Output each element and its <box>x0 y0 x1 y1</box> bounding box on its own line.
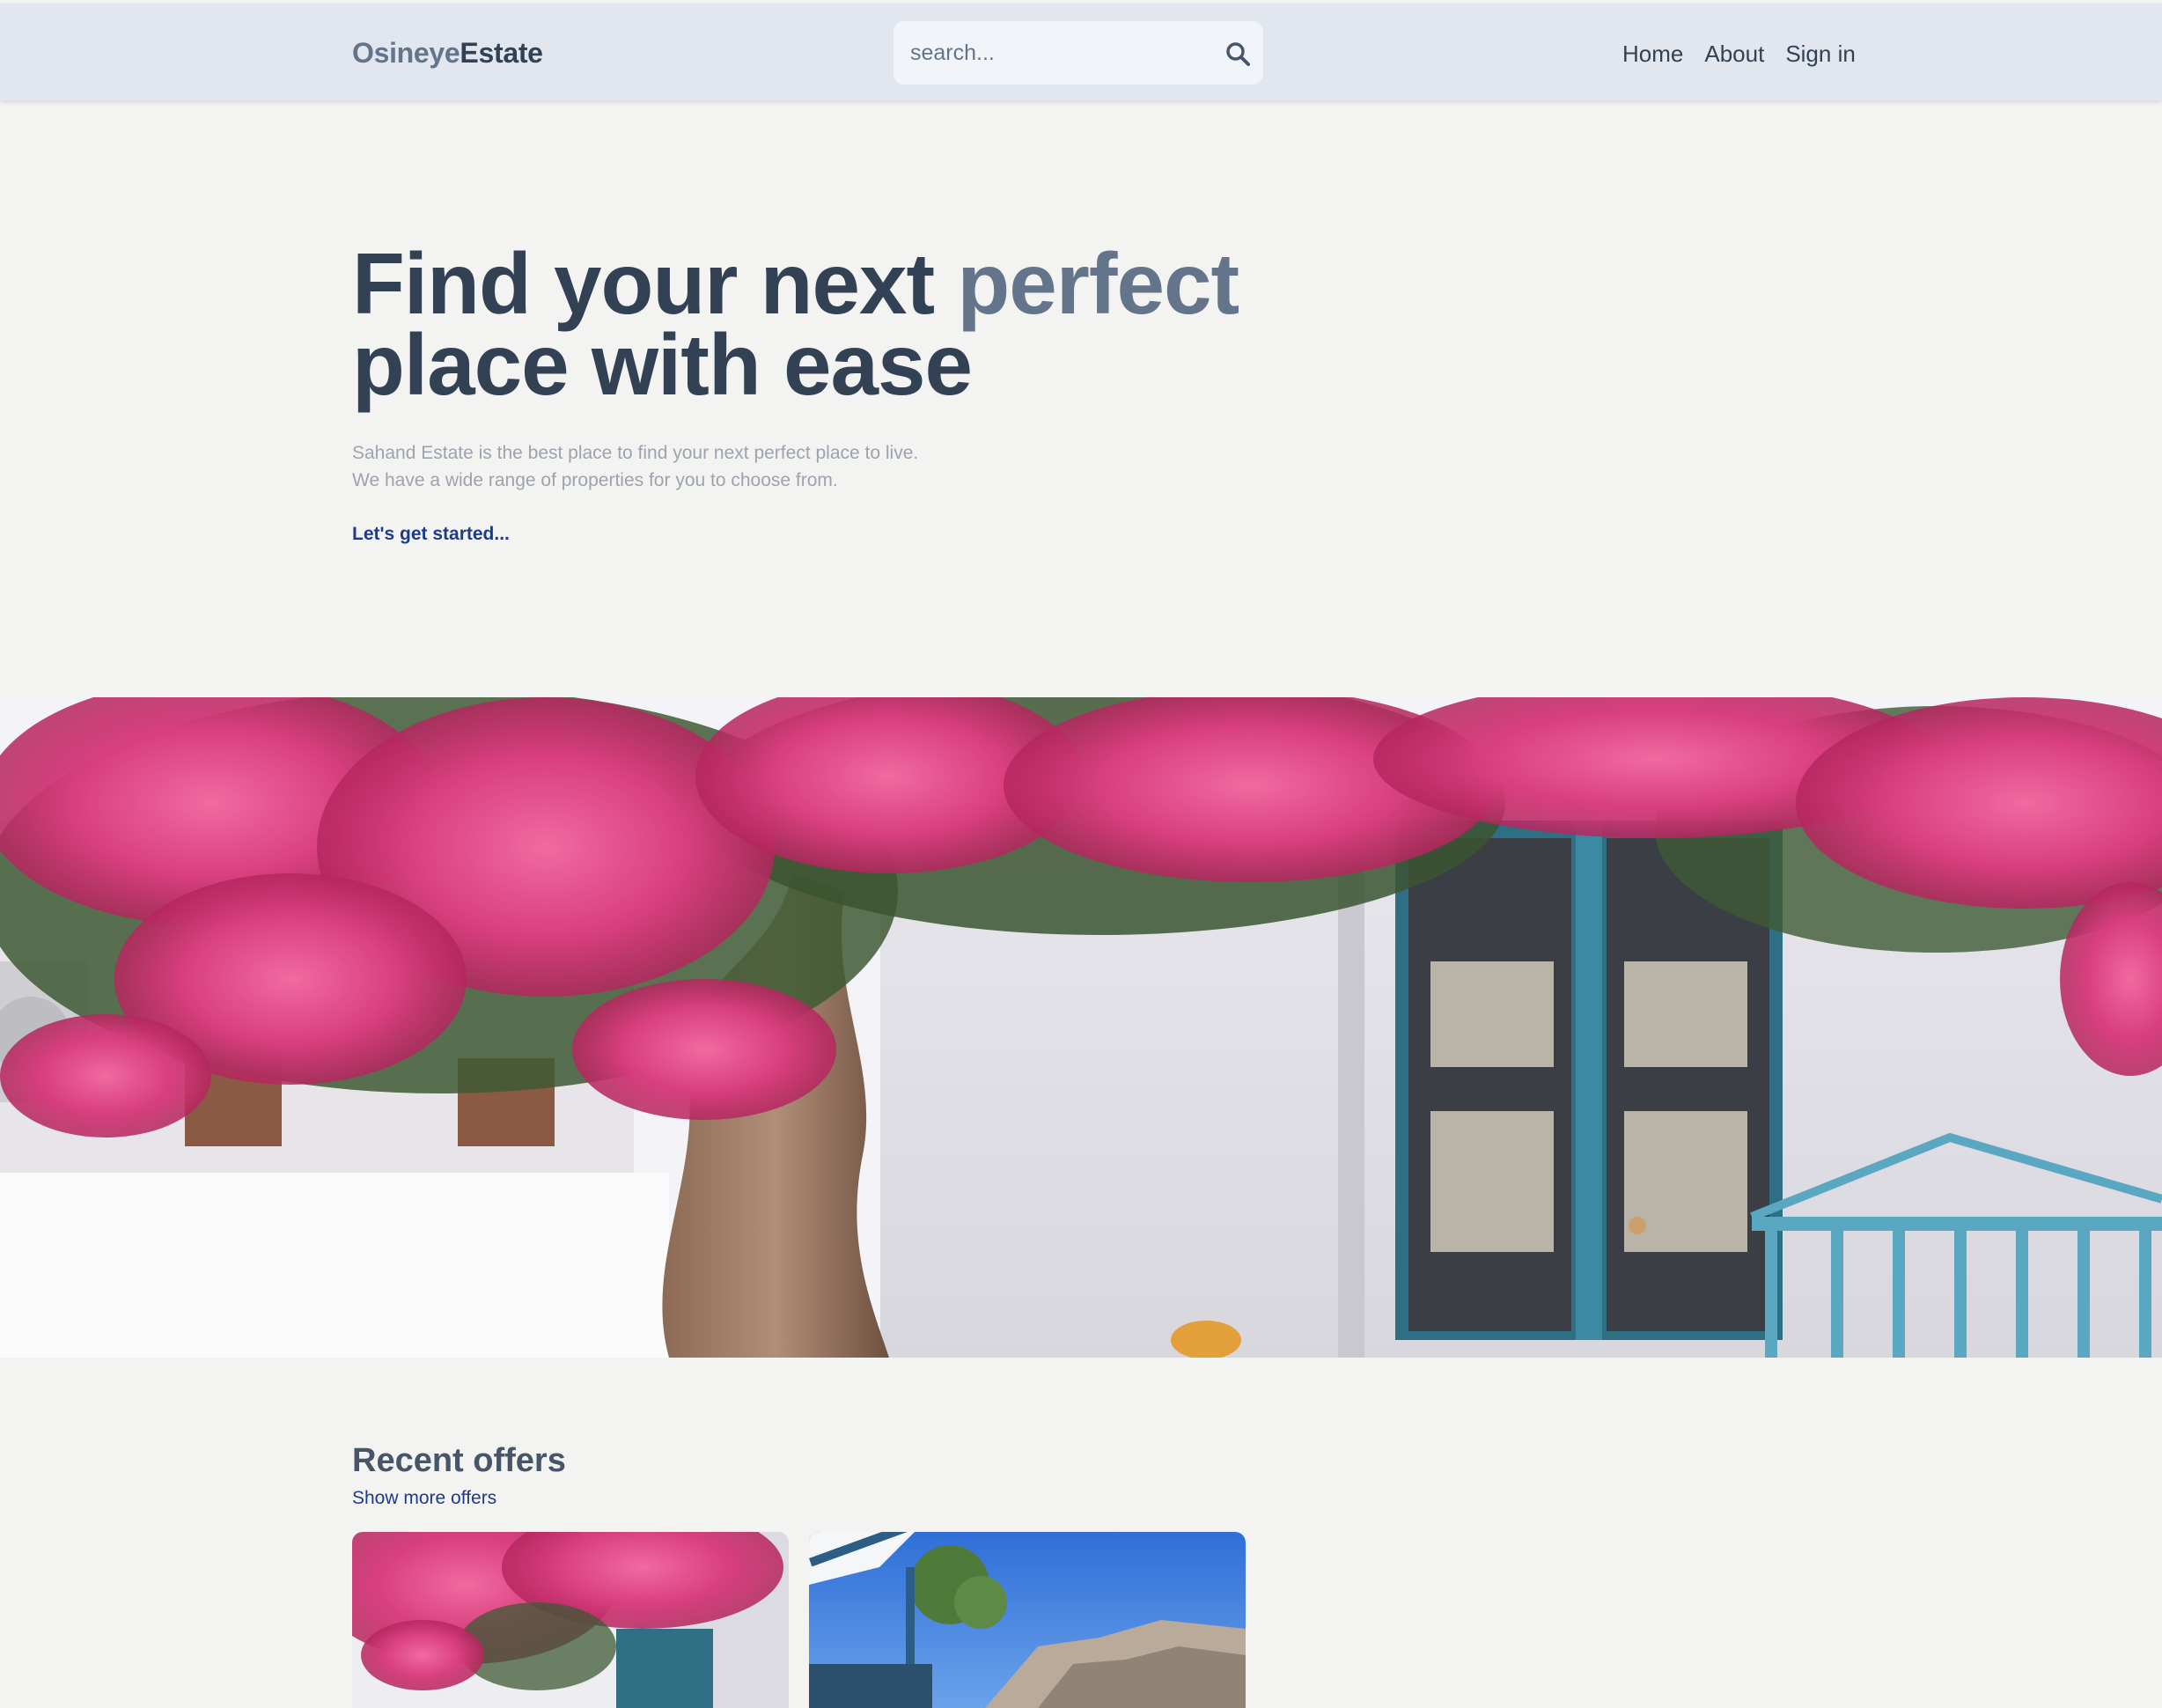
hero-subtitle: Sahand Estate is the best place to find … <box>352 439 918 494</box>
main-nav: Home About Sign in <box>1622 40 1856 68</box>
site-logo[interactable]: OsineyeEstate <box>352 37 543 70</box>
logo-part-1: Osineye <box>352 37 460 69</box>
nav-home[interactable]: Home <box>1622 40 1683 68</box>
nav-sign-in[interactable]: Sign in <box>1785 40 1856 68</box>
show-more-offers-link[interactable]: Show more offers <box>352 1488 496 1509</box>
offer-card[interactable] <box>352 1532 789 1708</box>
offer-card[interactable] <box>809 1532 1246 1708</box>
hero-subtitle-line-1: Sahand Estate is the best place to find … <box>352 443 919 463</box>
search-form <box>893 21 1263 85</box>
recent-offers-heading: Recent offers <box>352 1442 566 1479</box>
logo-part-2: Estate <box>460 37 543 69</box>
hero-title-accent: perfect <box>957 235 1239 332</box>
banner-photo <box>0 697 2162 1358</box>
hero-title: Find your next perfect place with ease <box>352 240 1239 408</box>
offer-image <box>809 1532 1246 1708</box>
search-icon[interactable] <box>1224 40 1251 67</box>
search-input[interactable] <box>908 35 1199 70</box>
hero-subtitle-line-2: We have a wide range of properties for y… <box>352 470 838 490</box>
site-header: OsineyeEstate Home About Sign in <box>0 4 2162 100</box>
offer-image <box>352 1532 789 1708</box>
nav-about[interactable]: About <box>1704 40 1764 68</box>
get-started-link[interactable]: Let's get started... <box>352 524 510 545</box>
hero-banner-image <box>0 697 2162 1358</box>
hero-title-part-2: place with ease <box>352 316 973 413</box>
